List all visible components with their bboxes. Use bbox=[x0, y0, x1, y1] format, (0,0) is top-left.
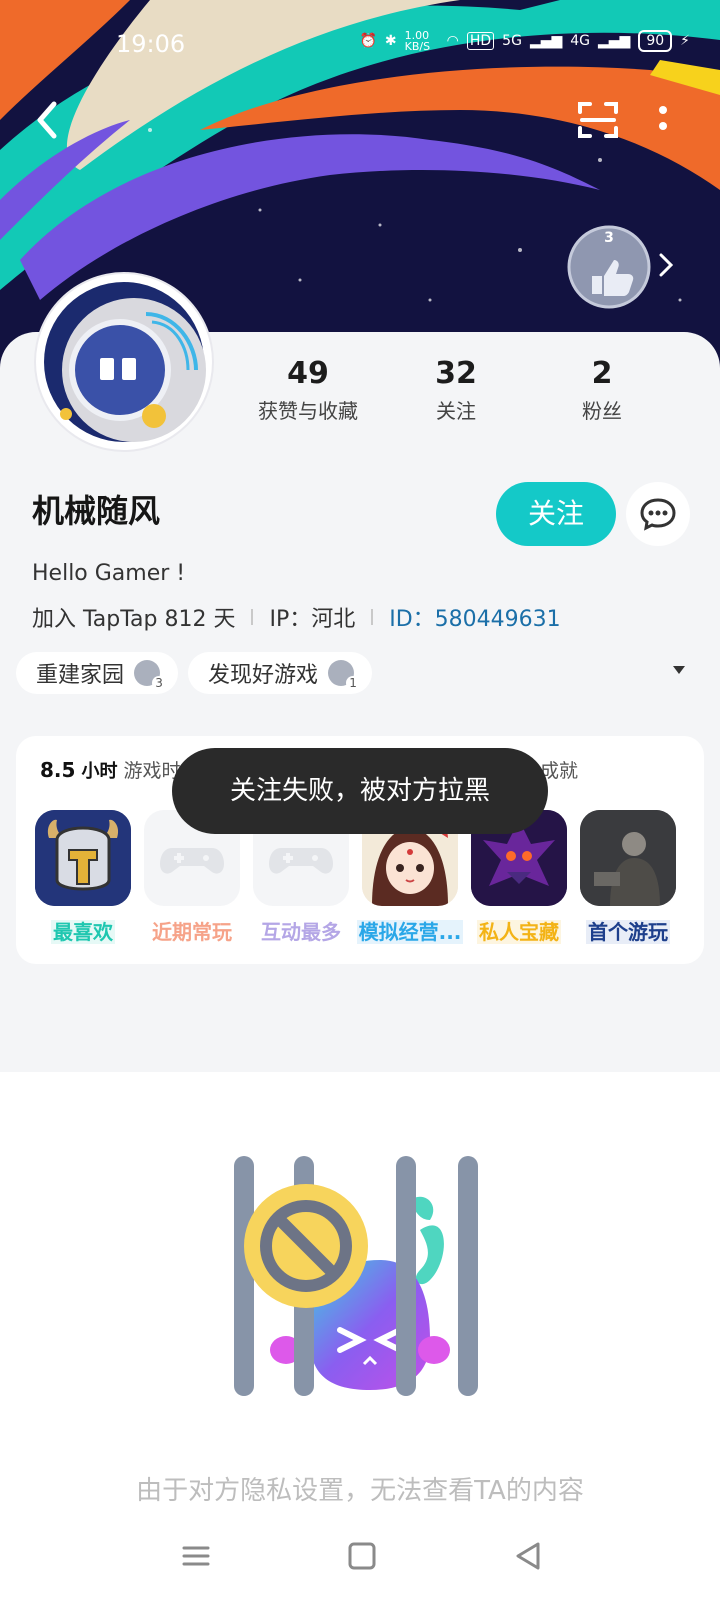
stat-following-label: 关注 bbox=[436, 399, 476, 423]
bluetooth-icon: ✱ bbox=[384, 33, 397, 49]
battery-level: 90 bbox=[638, 30, 673, 52]
tag-badge-count: 1 bbox=[346, 676, 361, 690]
profile-meta: 加入 TapTap 812 天 IP：河北 ID：580449631 bbox=[32, 601, 561, 633]
status-time: 19:06 bbox=[116, 30, 186, 58]
taptap-badge-icon: 1 bbox=[328, 660, 361, 690]
game-label: 最喜欢 bbox=[28, 916, 138, 945]
profile-name: 机械随风 bbox=[32, 492, 161, 530]
stat-following[interactable]: 32 关注 bbox=[386, 356, 526, 424]
blocked-illustration bbox=[220, 1150, 500, 1420]
game-label: 模拟经营... bbox=[355, 916, 465, 945]
tag-badge-count: 3 bbox=[152, 676, 167, 690]
home-button[interactable] bbox=[342, 1536, 382, 1576]
soldier-icon bbox=[580, 810, 676, 906]
game-label-text: 互动最多 bbox=[261, 920, 341, 944]
game-label: 首个游玩 bbox=[573, 916, 683, 945]
robot-avatar-icon bbox=[44, 282, 206, 442]
playtime-summary: 8.5 小时 游戏时 bbox=[40, 756, 181, 783]
alarm-icon: ⏰ bbox=[359, 33, 377, 49]
game-label-text: 最喜欢 bbox=[51, 920, 115, 944]
stat-following-value: 32 bbox=[435, 356, 477, 391]
follow-button[interactable]: 关注 bbox=[496, 482, 616, 546]
chevron-left-icon bbox=[37, 101, 57, 139]
game-label: 近期常玩 bbox=[137, 916, 247, 945]
back-button[interactable] bbox=[28, 96, 76, 144]
stat-likes[interactable]: 49 获赞与收藏 bbox=[238, 356, 378, 424]
game-label-text: 私人宝藏 bbox=[477, 920, 561, 944]
join-days: 加入 TapTap 812 天 bbox=[32, 607, 236, 632]
game-icon[interactable] bbox=[35, 810, 131, 906]
divider bbox=[371, 609, 374, 625]
signal-4g: 4G bbox=[570, 33, 591, 49]
back-nav-button[interactable] bbox=[508, 1536, 548, 1576]
level-badge[interactable]: 3 bbox=[566, 224, 652, 310]
game-label-text: 近期常玩 bbox=[152, 920, 232, 944]
playtime-value: 8.5 bbox=[40, 758, 76, 782]
stat-fans-value: 2 bbox=[591, 356, 613, 391]
more-vertical-icon bbox=[659, 106, 667, 130]
badge-chevron-icon bbox=[658, 252, 674, 282]
triangle-back-icon bbox=[516, 1542, 540, 1570]
scan-icon bbox=[578, 102, 618, 138]
game-label: 私人宝藏 bbox=[464, 916, 574, 945]
status-icons: ⏰ ✱ 1.00 KB/S ◠ HD 5G ▂▄▆ 4G ▂▄▆ 90 ⚡ bbox=[359, 30, 690, 52]
game-label: 互动最多 bbox=[246, 916, 356, 945]
ip-location: IP：河北 bbox=[269, 607, 356, 632]
game-icon[interactable] bbox=[580, 810, 676, 906]
hd-badge: HD bbox=[466, 32, 495, 50]
expand-tags-button[interactable] bbox=[672, 660, 686, 679]
stat-fans[interactable]: 2 粉丝 bbox=[532, 356, 672, 424]
tag-label: 重建家园 bbox=[36, 663, 125, 688]
taptap-badge-icon: 3 bbox=[134, 660, 167, 690]
toast-message: 关注失败，被对方拉黑 bbox=[172, 748, 548, 834]
more-button[interactable] bbox=[648, 96, 678, 144]
user-id[interactable]: ID：580449631 bbox=[389, 601, 560, 633]
scan-button[interactable] bbox=[574, 96, 622, 144]
playtime-unit: 小时 bbox=[81, 761, 118, 782]
tag-chip[interactable]: 发现好游戏 1 bbox=[188, 652, 373, 694]
tag-chip[interactable]: 重建家园 3 bbox=[16, 652, 179, 694]
square-icon bbox=[348, 1542, 376, 1570]
avatar[interactable] bbox=[36, 274, 212, 450]
stat-likes-value: 49 bbox=[287, 356, 329, 391]
playtime-label: 游戏时 bbox=[123, 760, 181, 782]
tag-label: 发现好游戏 bbox=[208, 663, 319, 688]
signal-bars-icon: ▂▄▆ bbox=[598, 33, 631, 49]
blocked-character-icon bbox=[234, 1156, 478, 1396]
net-speed: 1.00 KB/S bbox=[404, 29, 431, 53]
caret-down-icon bbox=[673, 666, 685, 674]
stat-likes-label: 获赞与收藏 bbox=[258, 399, 358, 423]
recent-apps-button[interactable] bbox=[176, 1536, 216, 1576]
message-button[interactable] bbox=[626, 482, 690, 546]
knight-helmet-icon bbox=[35, 810, 131, 906]
divider bbox=[251, 609, 254, 625]
chat-bubble-icon bbox=[640, 498, 676, 531]
signal-bars-icon: ▂▄▆ bbox=[529, 33, 563, 49]
profile-bio: Hello Gamer ! bbox=[32, 561, 186, 586]
charging-icon: ⚡ bbox=[680, 33, 690, 49]
privacy-notice: 由于对方隐私设置，无法查看TA的内容 bbox=[136, 1476, 584, 1506]
menu-icon bbox=[182, 1546, 210, 1566]
signal-5g: 5G bbox=[502, 33, 522, 49]
game-label-text: 模拟经营... bbox=[356, 920, 464, 944]
game-label-text: 首个游玩 bbox=[586, 920, 670, 944]
stat-fans-label: 粉丝 bbox=[582, 399, 622, 423]
level-number: 3 bbox=[604, 230, 614, 246]
wifi-icon: ◠ bbox=[446, 33, 459, 49]
